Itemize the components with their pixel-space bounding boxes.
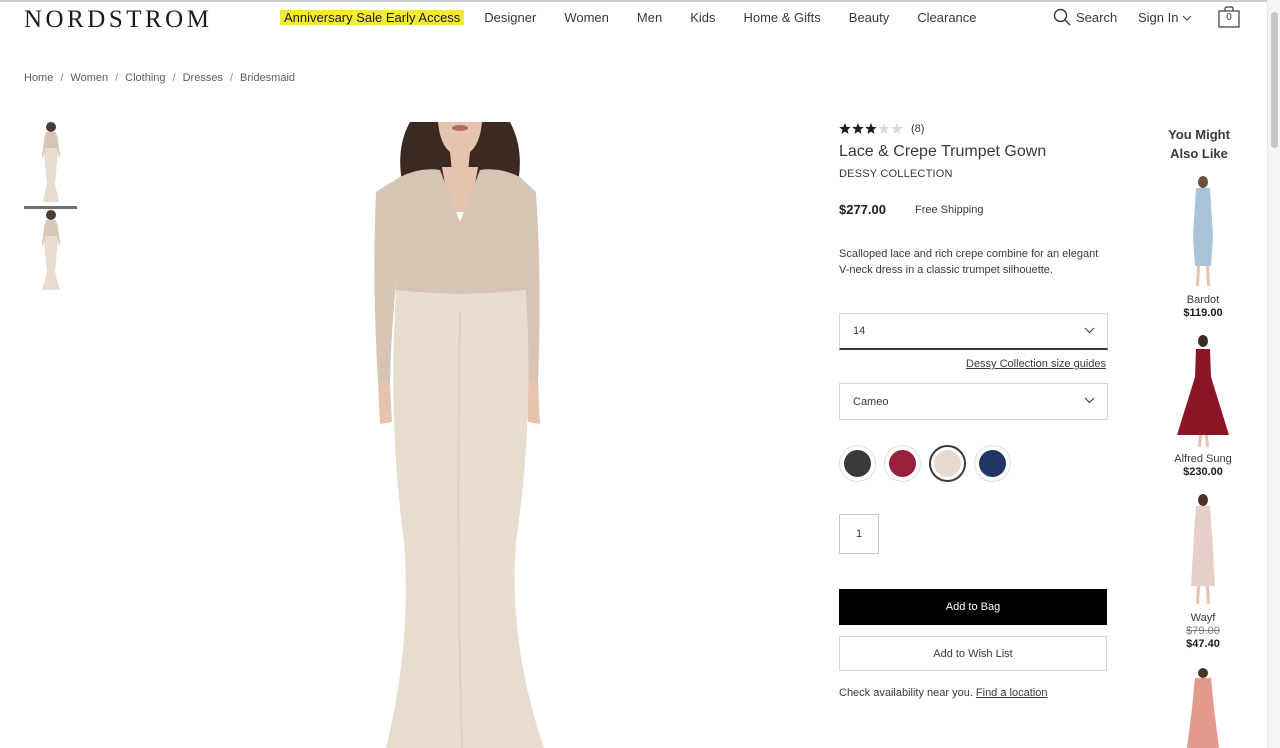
nav-kids[interactable]: Kids: [690, 10, 715, 25]
chevron-down-icon: [1084, 327, 1095, 334]
gown-thumbnail-image: [41, 122, 60, 202]
product-title: Lace & Crepe Trumpet Gown: [839, 143, 1047, 160]
breadcrumb-separator: /: [172, 72, 176, 84]
shipping-info: Free Shipping: [915, 204, 984, 216]
recommendation-image: [1163, 494, 1243, 607]
recommendation-name: Bardot: [1186, 294, 1220, 306]
breadcrumb: Home / Women / Clothing / Dresses / Bridesma…: [24, 72, 295, 84]
main-nav: Anniversary Sale Early Access Designer W…: [280, 10, 1005, 25]
gown-image: [374, 122, 544, 748]
product-description: Scalloped lace and rich crepe combine fo…: [839, 248, 1099, 276]
add-to-bag-button[interactable]: Add to Bag: [839, 589, 1107, 625]
nav-designer[interactable]: Designer: [484, 10, 536, 25]
breadcrumb-clothing[interactable]: Clothing: [125, 72, 165, 84]
breadcrumb-women[interactable]: Women: [70, 72, 108, 84]
nav-beauty[interactable]: Beauty: [849, 10, 889, 25]
color-swatch-black[interactable]: [839, 445, 876, 482]
star-empty-icon: [878, 123, 890, 134]
breadcrumb-home[interactable]: Home: [24, 72, 53, 84]
swatch-color-dot: [934, 450, 961, 477]
availability-label: Check availability near you.: [839, 687, 973, 699]
sign-in-label: Sign In: [1138, 10, 1179, 25]
color-swatches: [839, 445, 1019, 482]
star-empty-icon: [891, 123, 903, 134]
star-filled-icon: [852, 123, 864, 134]
breadcrumb-separator: /: [229, 72, 233, 84]
product-rating[interactable]: (8): [839, 123, 924, 135]
swatch-color-dot: [889, 450, 916, 477]
star-filled-icon: [865, 123, 877, 134]
shopping-bag-button[interactable]: 0: [1218, 6, 1240, 28]
find-location-link[interactable]: Find a location: [976, 687, 1048, 699]
size-select-value: 14: [853, 325, 866, 337]
nordstrom-logo[interactable]: NORDSTROM: [24, 6, 212, 34]
star-rating-icon: [839, 123, 903, 134]
recommendation-price: $119.00: [1183, 307, 1223, 319]
color-select-value: Cameo: [853, 395, 889, 408]
breadcrumb-separator: /: [60, 72, 64, 84]
recommendation-item[interactable]: Bardot $119.00: [1163, 176, 1243, 319]
search-label: Search: [1076, 9, 1118, 25]
recommendation-image: [1163, 176, 1243, 289]
main-product-image[interactable]: [330, 122, 590, 748]
product-brand[interactable]: DESSY COLLECTION: [839, 168, 953, 180]
breadcrumb-dresses[interactable]: Dresses: [183, 72, 223, 84]
review-count: (8): [911, 123, 925, 135]
search-button[interactable]: Search: [1053, 8, 1117, 26]
nav-home-gifts[interactable]: Home & Gifts: [743, 10, 820, 25]
recommendation-original-price: $79.00: [1186, 625, 1220, 637]
recommendation-image: [1163, 335, 1243, 448]
recommendation-image: [1163, 668, 1243, 748]
color-swatch-burgundy[interactable]: [884, 445, 921, 482]
quantity-input[interactable]: 1: [839, 514, 879, 554]
size-select[interactable]: 14: [839, 313, 1108, 350]
product-thumbnail-front[interactable]: [24, 122, 77, 209]
nav-anniversary-sale[interactable]: Anniversary Sale Early Access: [280, 10, 465, 25]
recommendation-price: $230.00: [1183, 466, 1223, 478]
breadcrumb-separator: /: [115, 72, 119, 84]
recommendation-item[interactable]: [1163, 668, 1243, 748]
add-to-wishlist-button[interactable]: Add to Wish List: [839, 636, 1107, 671]
bag-count: 0: [1226, 12, 1232, 23]
nav-men[interactable]: Men: [637, 10, 662, 25]
color-swatch-cameo[interactable]: [929, 445, 966, 482]
availability-text: Check availability near you. Find a locat…: [839, 687, 1047, 699]
swatch-color-dot: [979, 450, 1006, 477]
scrollbar-thumb[interactable]: [1271, 12, 1278, 148]
chevron-down-icon: [1084, 397, 1095, 404]
recommendation-item[interactable]: Alfred Sung $230.00: [1163, 335, 1243, 478]
breadcrumb-bridesmaid[interactable]: Bridesmaid: [240, 72, 295, 84]
product-thumbnail-back[interactable]: [24, 210, 77, 294]
color-select[interactable]: Cameo: [839, 383, 1108, 420]
color-swatch-navy[interactable]: [974, 445, 1011, 482]
sign-in-button[interactable]: Sign In: [1138, 10, 1192, 25]
gown-back-thumbnail-image: [41, 210, 60, 290]
nav-women[interactable]: Women: [564, 10, 609, 25]
recommendation-name: Alfred Sung: [1174, 453, 1232, 465]
recommendation-price: $47.40: [1186, 638, 1220, 650]
chevron-down-icon: [1183, 15, 1192, 21]
top-border: [0, 0, 1280, 2]
nav-clearance[interactable]: Clearance: [917, 10, 976, 25]
product-price: $277.00: [839, 202, 886, 217]
star-filled-icon: [839, 123, 851, 134]
recommendation-name: Wayf: [1190, 612, 1216, 624]
recommendation-item[interactable]: Wayf $79.00 $47.40: [1163, 494, 1243, 650]
recommendations-title: You Might Also Like: [1168, 127, 1230, 161]
size-guide-link[interactable]: Dessy Collection size guides: [966, 358, 1106, 370]
swatch-color-dot: [844, 450, 871, 477]
page-scrollbar[interactable]: [1267, 0, 1280, 748]
search-icon: [1053, 8, 1071, 26]
